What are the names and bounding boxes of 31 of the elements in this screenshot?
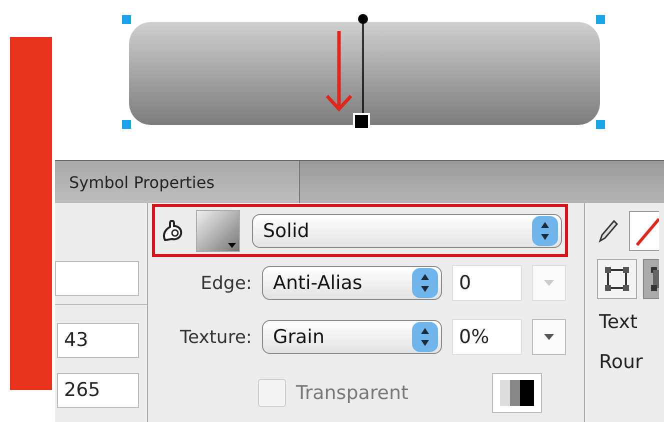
field-label: Text <box>598 310 638 335</box>
stepper-icon <box>412 322 438 352</box>
caret-icon <box>544 280 554 286</box>
input-field[interactable]: 0% <box>452 319 522 355</box>
dropdown-button[interactable] <box>532 319 566 355</box>
transform-icon[interactable] <box>597 259 637 299</box>
input-field[interactable]: 43 <box>57 323 139 358</box>
fill-color-swatch[interactable] <box>196 210 240 252</box>
selection-handle[interactable] <box>596 120 605 129</box>
stepper-icon <box>412 268 438 298</box>
caret-icon <box>544 334 554 340</box>
stroke-color-swatch[interactable] <box>629 211 659 251</box>
checkbox-label: Transparent <box>296 382 408 404</box>
dropdown[interactable]: Grain <box>262 320 442 354</box>
gradient-handle[interactable] <box>353 14 370 130</box>
field-label: Texture: <box>179 326 252 348</box>
transform-icon[interactable] <box>643 259 659 299</box>
selection-handle[interactable] <box>596 15 605 24</box>
fill-type-dropdown[interactable]: Solid <box>252 214 562 248</box>
input-field[interactable]: 0 <box>452 265 522 301</box>
tab[interactable]: Symbol Properties <box>55 161 300 203</box>
selection-handle[interactable] <box>122 120 131 129</box>
field-label: Edge: <box>200 272 252 294</box>
input-field[interactable] <box>55 261 139 296</box>
field-label: Rour <box>598 350 644 375</box>
pencil-icon[interactable] <box>597 218 619 244</box>
dropdown[interactable]: Anti-Alias <box>262 266 442 300</box>
selection-handle[interactable] <box>122 15 131 24</box>
dither-icon[interactable] <box>492 373 542 413</box>
input-field[interactable]: 265 <box>57 373 139 408</box>
stepper-icon <box>532 216 558 246</box>
